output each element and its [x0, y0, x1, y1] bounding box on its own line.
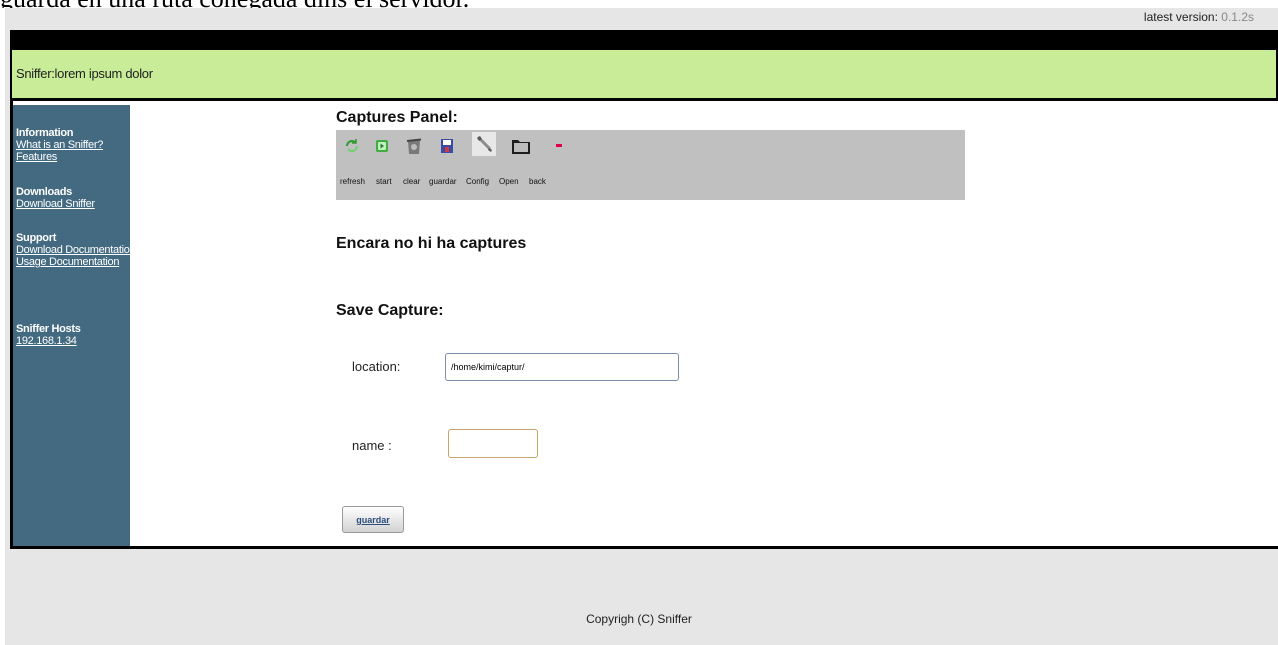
site-title: Sniffer:lorem ipsum dolor	[16, 66, 153, 81]
location-label: location:	[352, 359, 401, 374]
floppy-icon[interactable]	[437, 136, 457, 156]
top-black-bar	[10, 30, 1278, 50]
sidebar-heading-downloads: Downloads	[16, 186, 72, 198]
minus-icon[interactable]	[550, 136, 570, 156]
captures-panel-title: Captures Panel:	[336, 109, 458, 126]
tool-label-config[interactable]: Config	[466, 177, 489, 186]
sidebar-section-information: Information What is an Sniffer? Features	[16, 127, 103, 163]
version-number: 0.1.2s	[1221, 10, 1254, 24]
tool-label-clear[interactable]: clear	[403, 177, 420, 186]
tool-label-open[interactable]: Open	[499, 177, 519, 186]
name-label: name :	[352, 438, 392, 453]
sidebar-link-usage-documentation[interactable]: Usage Documentation	[16, 256, 135, 268]
guardar-button[interactable]: guardar	[342, 506, 404, 533]
sidebar-link-what-is-sniffer[interactable]: What is an Sniffer?	[16, 139, 103, 151]
tool-label-back[interactable]: back	[529, 177, 546, 186]
trash-icon[interactable]	[404, 136, 424, 156]
wrench-icon[interactable]	[472, 132, 496, 156]
version-label: latest version:	[1143, 10, 1218, 24]
sidebar-section-hosts: Sniffer Hosts 192.168.1.34	[16, 323, 81, 347]
site-header: Sniffer:lorem ipsum dolor	[10, 50, 1278, 98]
content-area: Captures Panel: refresh start clear guar…	[130, 101, 1278, 546]
sidebar-link-download-documentation[interactable]: Download Documentation	[16, 244, 136, 256]
document-text-fragment: guarda en una ruta conegada dins el serv…	[0, 0, 1278, 8]
sidebar-heading-hosts: Sniffer Hosts	[16, 323, 81, 335]
sidebar-link-features[interactable]: Features	[16, 151, 103, 163]
refresh-icon[interactable]	[342, 136, 362, 156]
version-info: latest version: 0.1.2s	[1144, 10, 1254, 24]
folder-icon[interactable]	[511, 136, 531, 156]
sidebar-section-support: Support Download Documentation Usage Doc…	[16, 232, 136, 268]
save-capture-title: Save Capture:	[336, 302, 444, 319]
location-input[interactable]	[445, 353, 679, 381]
tool-label-start[interactable]: start	[376, 177, 392, 186]
sidebar-link-download-sniffer[interactable]: Download Sniffer	[16, 198, 95, 210]
no-captures-message: Encara no hi ha captures	[336, 235, 527, 252]
main-frame: Information What is an Sniffer? Features…	[10, 98, 1278, 549]
footer-copyright: Copyrigh (C) Sniffer	[586, 612, 692, 626]
tool-label-guardar[interactable]: guardar	[429, 177, 457, 186]
sidebar-link-host[interactable]: 192.168.1.34	[16, 335, 81, 347]
sidebar: Information What is an Sniffer? Features…	[13, 105, 136, 546]
sidebar-section-downloads: Downloads Download Sniffer	[16, 186, 95, 210]
name-input[interactable]	[448, 429, 538, 458]
sidebar-heading-information: Information	[16, 127, 74, 139]
sidebar-heading-support: Support	[16, 232, 57, 244]
captures-toolbar: refresh start clear guardar Config Open …	[336, 130, 965, 200]
tool-label-refresh[interactable]: refresh	[340, 177, 365, 186]
play-icon[interactable]	[372, 136, 392, 156]
